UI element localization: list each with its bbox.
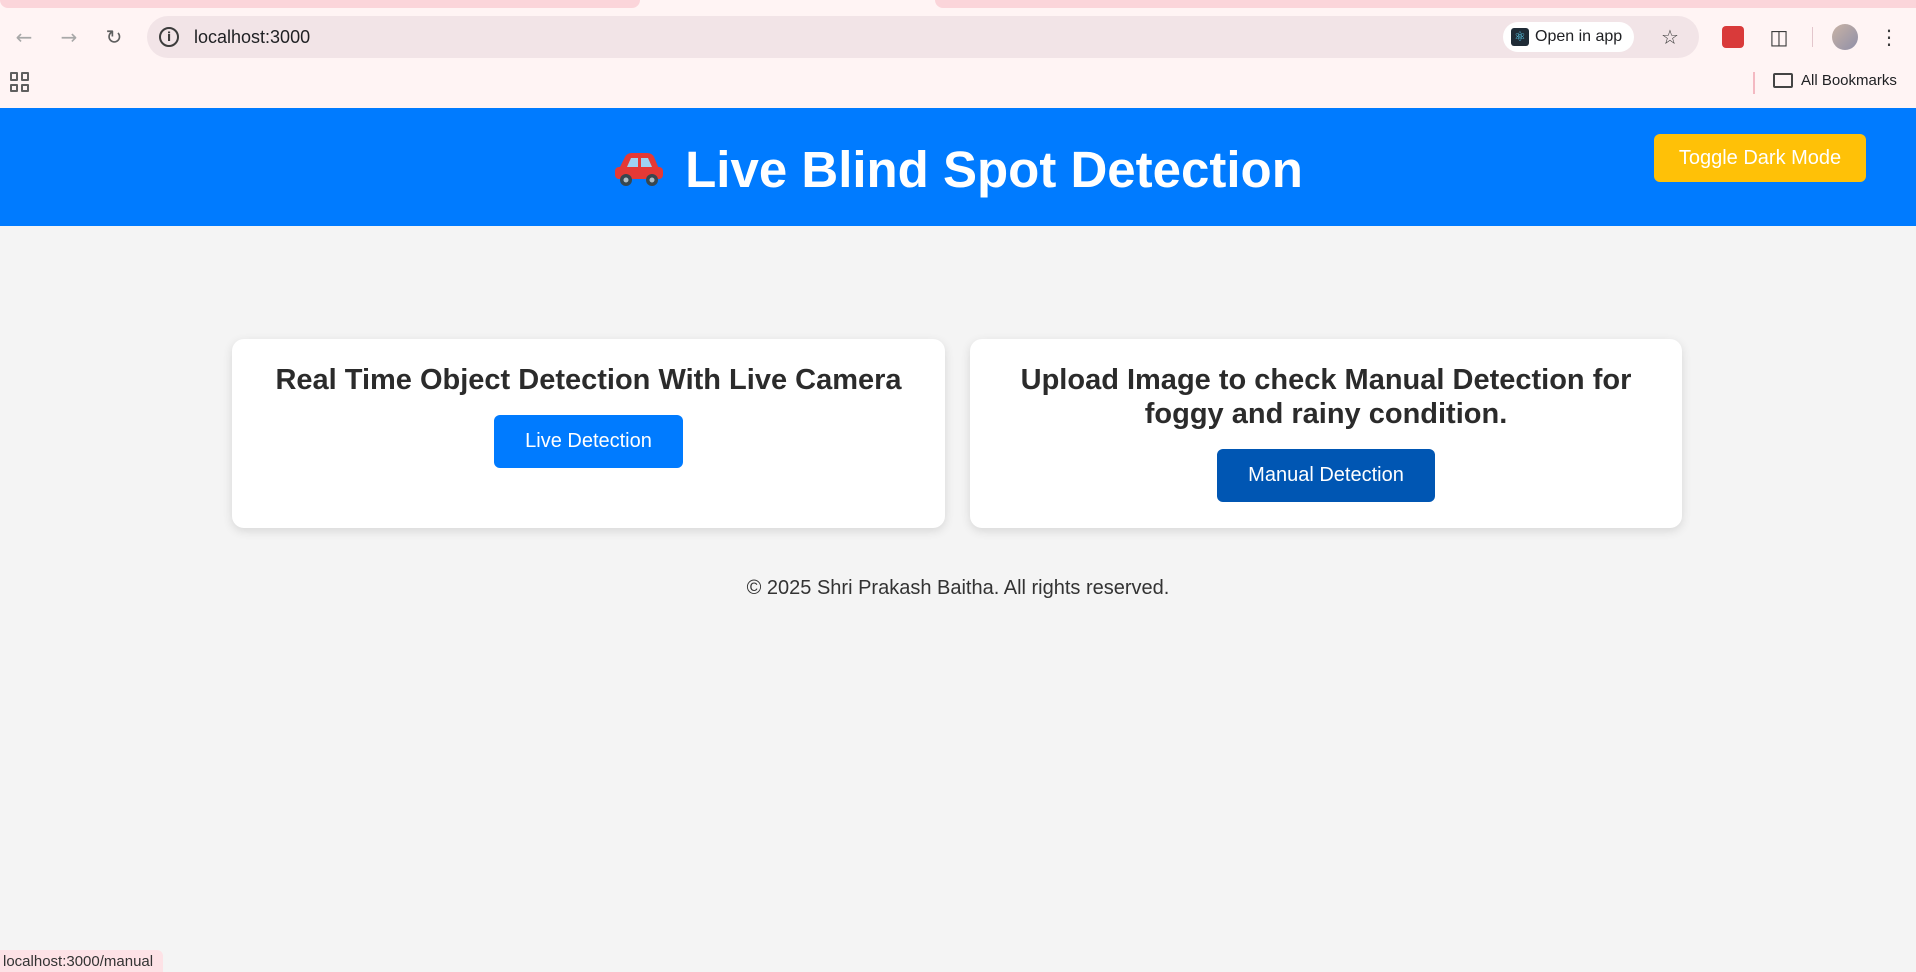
manual-card-title-line1: Upload Image to check Manual Detection f… (1020, 364, 1632, 396)
toggle-dark-mode-button[interactable]: Toggle Dark Mode (1654, 134, 1866, 182)
manual-detection-card: Upload Image to check Manual Detection f… (970, 339, 1682, 528)
back-icon[interactable]: ← (8, 21, 40, 53)
manual-detection-button[interactable]: Manual Detection (1217, 449, 1435, 502)
manual-card-title-line2: foggy and rainy condition. (1144, 398, 1508, 430)
tab-right[interactable] (935, 0, 1916, 8)
toolbar-divider (1812, 27, 1813, 47)
reload-icon[interactable]: ↻ (98, 21, 130, 53)
open-in-app-button[interactable]: ⚛ Open in app (1503, 22, 1635, 52)
menu-kebab-icon[interactable]: ⋮ (1874, 22, 1904, 52)
footer-copyright: © 2025 Shri Prakash Baitha. All rights r… (746, 577, 1170, 599)
address-url[interactable]: localhost:3000 (194, 27, 310, 48)
page-title-text: Live Blind Spot Detection (685, 141, 1303, 198)
car-icon (615, 152, 664, 186)
manual-card-title: Upload Image to check Manual Detection f… (970, 363, 1682, 431)
tab-strip (0, 0, 1916, 8)
all-bookmarks-label: All Bookmarks (1801, 72, 1897, 89)
tab-left[interactable] (0, 0, 640, 8)
open-in-app-label: Open in app (1535, 28, 1623, 45)
bookmarks-divider (1753, 72, 1755, 94)
profile-avatar[interactable] (1830, 22, 1860, 52)
apps-grid-icon[interactable] (10, 72, 30, 92)
extensions-puzzle-icon[interactable]: ◫ (1764, 22, 1794, 52)
react-app-icon: ⚛ (1511, 28, 1529, 46)
extension-icon[interactable] (1718, 22, 1748, 52)
page-title: Live Blind Spot Detection (0, 140, 1916, 199)
address-bar[interactable]: i localhost:3000 (147, 16, 1699, 58)
live-card-title: Real Time Object Detection With Live Cam… (275, 364, 902, 396)
bookmark-star-icon[interactable]: ☆ (1655, 22, 1685, 52)
site-info-icon[interactable]: i (159, 27, 179, 47)
browser-chrome: ← → ↻ i localhost:3000 ⚛ Open in app ☆ ◫… (0, 0, 1916, 108)
all-bookmarks-button[interactable]: All Bookmarks (1773, 72, 1897, 89)
app-header: Live Blind Spot Detection Toggle Dark Mo… (0, 108, 1916, 226)
live-detection-card: Real Time Object Detection With Live Cam… (232, 339, 945, 528)
folder-icon (1773, 73, 1793, 88)
forward-icon[interactable]: → (53, 21, 85, 53)
live-detection-button[interactable]: Live Detection (494, 415, 683, 468)
status-bar-url: localhost:3000/manual (0, 950, 164, 972)
